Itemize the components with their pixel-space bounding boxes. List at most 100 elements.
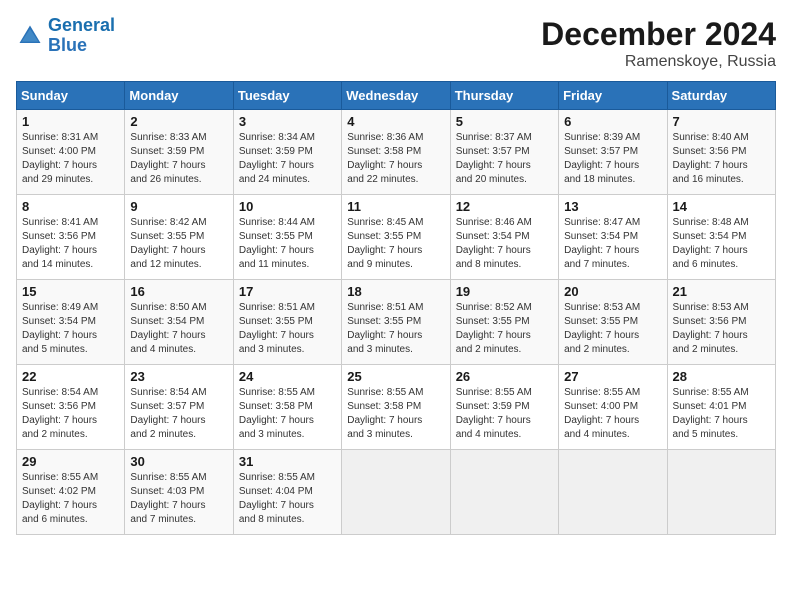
calendar-cell: 11 Sunrise: 8:45 AM Sunset: 3:55 PM Dayli… [342, 195, 450, 280]
weekday-header-monday: Monday [125, 82, 233, 110]
day-info: Sunrise: 8:52 AM Sunset: 3:55 PM Dayligh… [456, 301, 553, 357]
calendar-cell: 16Sunrise: 8:50 AM Sunset: 3:54 PM Dayli… [125, 280, 233, 365]
calendar-cell: 27Sunrise: 8:55 AM Sunset: 4:00 PM Dayli… [559, 365, 667, 450]
day-info: Sunrise: 8:40 AM Sunset: 3:56 PM Dayligh… [673, 131, 770, 187]
day-number: 19 [456, 284, 553, 299]
calendar-cell: 17 Sunrise: 8:51 AM Sunset: 3:55 PM Dayli… [233, 280, 341, 365]
logo-blue: Blue [48, 35, 87, 55]
calendar-cell: 26 Sunrise: 8:55 AM Sunset: 3:59 PM Dayli… [450, 365, 558, 450]
calendar-table: SundayMondayTuesdayWednesdayThursdayFrid… [16, 81, 776, 535]
day-info: Sunrise: 8:55 AM Sunset: 3:59 PM Dayligh… [456, 386, 553, 442]
calendar-cell: 18 Sunrise: 8:51 AM Sunset: 3:55 PM Dayli… [342, 280, 450, 365]
weekday-header-sunday: Sunday [17, 82, 125, 110]
day-info: Sunrise: 8:55 AM Sunset: 4:03 PM Dayligh… [130, 471, 227, 527]
weekday-header-friday: Friday [559, 82, 667, 110]
weekday-header-tuesday: Tuesday [233, 82, 341, 110]
calendar-cell: 21Sunrise: 8:53 AM Sunset: 3:56 PM Dayli… [667, 280, 775, 365]
day-info: Sunrise: 8:46 AM Sunset: 3:54 PM Dayligh… [456, 216, 553, 272]
day-number: 28 [673, 369, 770, 384]
day-number: 4 [347, 114, 444, 129]
calendar-week-5: 29 Sunrise: 8:55 AM Sunset: 4:02 PM Dayli… [17, 450, 776, 535]
calendar-cell [450, 450, 558, 535]
day-info: Sunrise: 8:45 AM Sunset: 3:55 PM Dayligh… [347, 216, 444, 272]
day-info: Sunrise: 8:51 AM Sunset: 3:55 PM Dayligh… [347, 301, 444, 357]
day-number: 18 [347, 284, 444, 299]
day-number: 24 [239, 369, 336, 384]
day-number: 12 [456, 199, 553, 214]
day-info: Sunrise: 8:55 AM Sunset: 4:00 PM Dayligh… [564, 386, 661, 442]
weekday-header-saturday: Saturday [667, 82, 775, 110]
calendar-cell: 30 Sunrise: 8:55 AM Sunset: 4:03 PM Dayli… [125, 450, 233, 535]
calendar-cell: 31 Sunrise: 8:55 AM Sunset: 4:04 PM Dayli… [233, 450, 341, 535]
day-info: Sunrise: 8:36 AM Sunset: 3:58 PM Dayligh… [347, 131, 444, 187]
day-info: Sunrise: 8:44 AM Sunset: 3:55 PM Dayligh… [239, 216, 336, 272]
day-info: Sunrise: 8:41 AM Sunset: 3:56 PM Dayligh… [22, 216, 119, 272]
day-info: Sunrise: 8:48 AM Sunset: 3:54 PM Dayligh… [673, 216, 770, 272]
page-title: December 2024 [541, 16, 776, 53]
day-number: 15 [22, 284, 119, 299]
day-info: Sunrise: 8:54 AM Sunset: 3:56 PM Dayligh… [22, 386, 119, 442]
calendar-cell: 10 Sunrise: 8:44 AM Sunset: 3:55 PM Dayli… [233, 195, 341, 280]
calendar-week-4: 22 Sunrise: 8:54 AM Sunset: 3:56 PM Dayli… [17, 365, 776, 450]
day-info: Sunrise: 8:50 AM Sunset: 3:54 PM Dayligh… [130, 301, 227, 357]
day-number: 8 [22, 199, 119, 214]
weekday-header-wednesday: Wednesday [342, 82, 450, 110]
logo: General Blue [16, 16, 115, 56]
calendar-cell: 19 Sunrise: 8:52 AM Sunset: 3:55 PM Dayli… [450, 280, 558, 365]
day-number: 17 [239, 284, 336, 299]
calendar-cell [342, 450, 450, 535]
weekday-header-thursday: Thursday [450, 82, 558, 110]
calendar-week-1: 1Sunrise: 8:31 AM Sunset: 4:00 PM Daylig… [17, 110, 776, 195]
day-number: 3 [239, 114, 336, 129]
calendar-cell: 29 Sunrise: 8:55 AM Sunset: 4:02 PM Dayli… [17, 450, 125, 535]
day-info: Sunrise: 8:42 AM Sunset: 3:55 PM Dayligh… [130, 216, 227, 272]
calendar-cell: 12 Sunrise: 8:46 AM Sunset: 3:54 PM Dayli… [450, 195, 558, 280]
logo-icon [16, 22, 44, 50]
calendar-cell: 4 Sunrise: 8:36 AM Sunset: 3:58 PM Daylig… [342, 110, 450, 195]
day-number: 26 [456, 369, 553, 384]
logo-general: General [48, 15, 115, 35]
day-info: Sunrise: 8:34 AM Sunset: 3:59 PM Dayligh… [239, 131, 336, 187]
calendar-cell: 7Sunrise: 8:40 AM Sunset: 3:56 PM Daylig… [667, 110, 775, 195]
page-subtitle: Ramenskoye, Russia [541, 53, 776, 71]
day-info: Sunrise: 8:47 AM Sunset: 3:54 PM Dayligh… [564, 216, 661, 272]
calendar-header-row: SundayMondayTuesdayWednesdayThursdayFrid… [17, 82, 776, 110]
day-number: 22 [22, 369, 119, 384]
logo-text: General Blue [48, 16, 115, 56]
calendar-cell: 25 Sunrise: 8:55 AM Sunset: 3:58 PM Dayli… [342, 365, 450, 450]
calendar-cell: 9 Sunrise: 8:42 AM Sunset: 3:55 PM Daylig… [125, 195, 233, 280]
day-number: 23 [130, 369, 227, 384]
day-info: Sunrise: 8:37 AM Sunset: 3:57 PM Dayligh… [456, 131, 553, 187]
day-info: Sunrise: 8:55 AM Sunset: 4:04 PM Dayligh… [239, 471, 336, 527]
day-info: Sunrise: 8:55 AM Sunset: 3:58 PM Dayligh… [347, 386, 444, 442]
calendar-cell [559, 450, 667, 535]
title-block: December 2024 Ramenskoye, Russia [541, 16, 776, 71]
day-number: 21 [673, 284, 770, 299]
day-number: 10 [239, 199, 336, 214]
day-number: 25 [347, 369, 444, 384]
day-number: 2 [130, 114, 227, 129]
page-header: General Blue December 2024 Ramenskoye, R… [16, 16, 776, 71]
day-number: 6 [564, 114, 661, 129]
calendar-cell: 3 Sunrise: 8:34 AM Sunset: 3:59 PM Daylig… [233, 110, 341, 195]
calendar-cell: 24 Sunrise: 8:55 AM Sunset: 3:58 PM Dayli… [233, 365, 341, 450]
day-number: 31 [239, 454, 336, 469]
day-number: 11 [347, 199, 444, 214]
day-info: Sunrise: 8:55 AM Sunset: 4:02 PM Dayligh… [22, 471, 119, 527]
day-info: Sunrise: 8:51 AM Sunset: 3:55 PM Dayligh… [239, 301, 336, 357]
day-number: 14 [673, 199, 770, 214]
day-info: Sunrise: 8:33 AM Sunset: 3:59 PM Dayligh… [130, 131, 227, 187]
day-number: 30 [130, 454, 227, 469]
day-info: Sunrise: 8:55 AM Sunset: 3:58 PM Dayligh… [239, 386, 336, 442]
day-info: Sunrise: 8:31 AM Sunset: 4:00 PM Dayligh… [22, 131, 119, 187]
day-number: 5 [456, 114, 553, 129]
calendar-cell: 5 Sunrise: 8:37 AM Sunset: 3:57 PM Daylig… [450, 110, 558, 195]
day-number: 13 [564, 199, 661, 214]
calendar-cell: 2 Sunrise: 8:33 AM Sunset: 3:59 PM Daylig… [125, 110, 233, 195]
calendar-week-2: 8 Sunrise: 8:41 AM Sunset: 3:56 PM Daylig… [17, 195, 776, 280]
calendar-cell [667, 450, 775, 535]
day-number: 9 [130, 199, 227, 214]
day-number: 29 [22, 454, 119, 469]
calendar-cell: 8 Sunrise: 8:41 AM Sunset: 3:56 PM Daylig… [17, 195, 125, 280]
calendar-cell: 28Sunrise: 8:55 AM Sunset: 4:01 PM Dayli… [667, 365, 775, 450]
